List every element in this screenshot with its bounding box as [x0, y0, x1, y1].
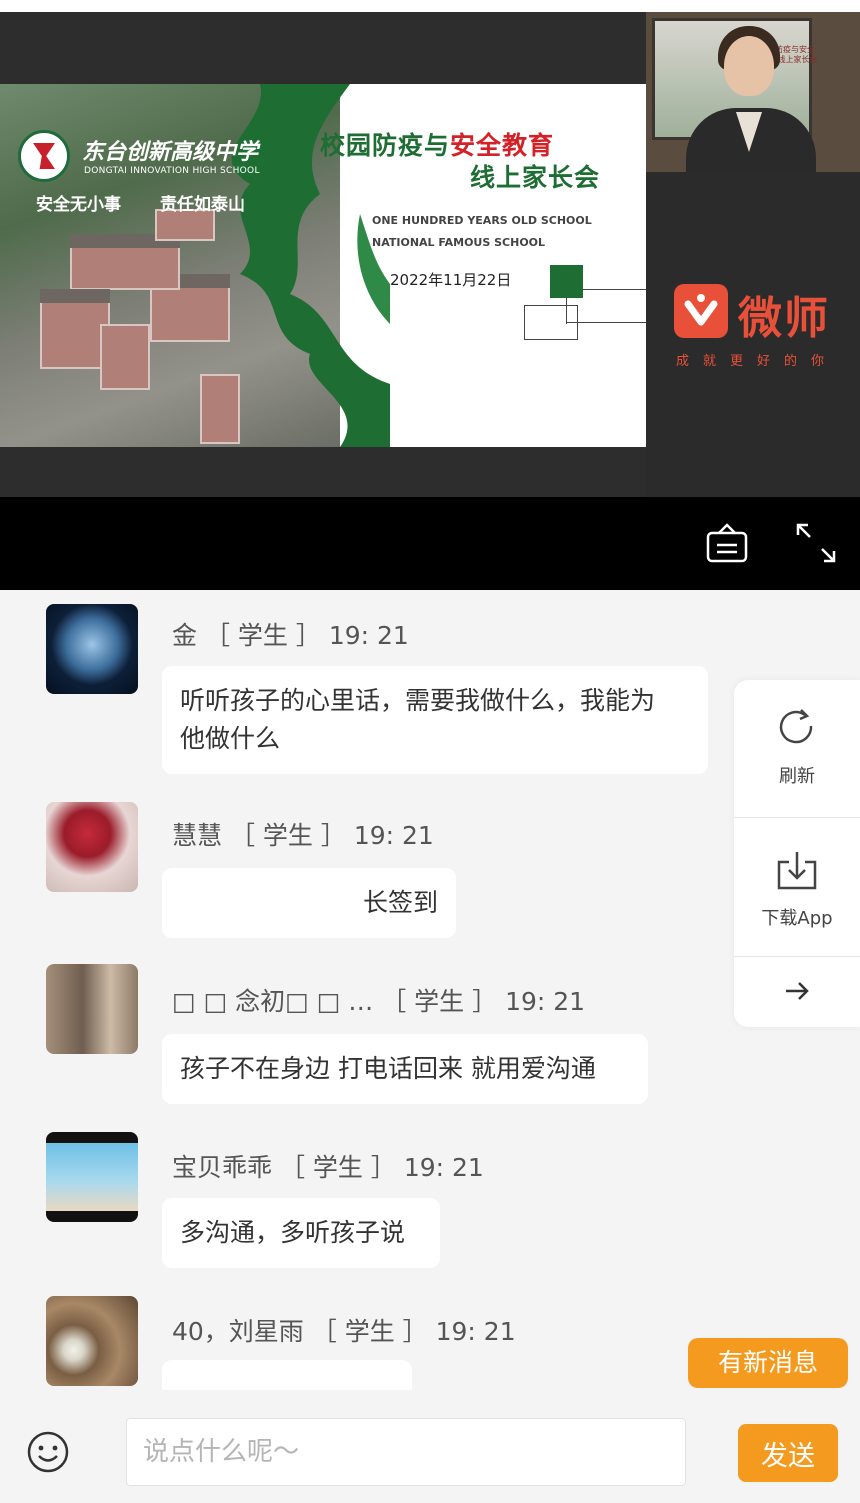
slide-title-part2: 安全教育 [450, 131, 555, 160]
sender-role: ［ 学生 ］ [204, 621, 321, 650]
download-app-label: 下载App [761, 908, 833, 929]
decor-line [566, 298, 567, 324]
decor-square-filled [550, 265, 583, 298]
emoji-icon [27, 1431, 69, 1473]
decor-line [566, 322, 646, 323]
sender-name[interactable]: □ □ 念初□ □ … [172, 987, 373, 1016]
download-app-button[interactable]: 下载App [734, 818, 860, 956]
slogan-right: 责任如泰山 [160, 195, 245, 215]
message-time: 19: 21 [505, 987, 586, 1016]
emoji-button[interactable] [26, 1430, 70, 1474]
new-message-button[interactable]: 有新消息 [688, 1338, 848, 1388]
chat-input-bar: 发送 [0, 1390, 860, 1503]
sender-name[interactable]: 金 [172, 621, 197, 650]
school-logo [18, 130, 70, 182]
avatar[interactable] [46, 1132, 138, 1222]
arrow-right-icon [786, 982, 809, 1000]
message-bubble [162, 1360, 412, 1390]
fullscreen-icon [796, 523, 836, 563]
message-meta: □ □ 念初□ □ … ［ 学生 ］ 19: 21 [172, 982, 585, 1018]
brand-panel: 微师 成就更好的你 [646, 172, 860, 497]
notice-board-button[interactable] [704, 521, 750, 565]
message-text-line: 他做什么 [180, 724, 281, 753]
slide-english-line1: ONE HUNDRED YEARS OLD SCHOOL [372, 214, 592, 227]
school-name: 东台创新高级中学 [82, 139, 259, 165]
building [70, 244, 180, 290]
sender-name[interactable]: 慧慧 [172, 821, 222, 850]
brand-slogan: 成就更好的你 [676, 354, 839, 369]
message-meta: 宝贝乖乖 ［ 学生 ］ 19: 21 [172, 1148, 484, 1184]
message-bubble: 多沟通，多听孩子说 [162, 1198, 440, 1268]
notice-board-icon [706, 523, 748, 563]
presentation-slide: 东台创新高级中学 DONGTAI INNOVATION HIGH SCHOOL … [0, 84, 646, 447]
message-text: 多沟通，多听孩子说 [180, 1218, 406, 1247]
slide-area: 东台创新高级中学 DONGTAI INNOVATION HIGH SCHOOL … [0, 12, 646, 497]
message-meta: 40，刘星雨 ［ 学生 ］ 19: 21 [172, 1312, 516, 1348]
school-english-name: DONGTAI INNOVATION HIGH SCHOOL [84, 166, 260, 176]
avatar[interactable] [46, 604, 138, 694]
decor-line [583, 289, 646, 290]
slide-title-line1: 校园防疫与安全教育 [320, 126, 554, 162]
refresh-icon [779, 709, 813, 744]
message-bubble: 长签到 [162, 868, 456, 938]
message-bubble: 孩子不在身边 打电话回来 就用爱沟通 [162, 1034, 648, 1104]
message-time: 19: 21 [328, 621, 409, 650]
weishi-logo-icon [674, 284, 728, 338]
avatar[interactable] [46, 964, 138, 1054]
slide-english-line2: NATIONAL FAMOUS SCHOOL [372, 236, 546, 249]
message-meta: 金 ［ 学生 ］ 19: 21 [172, 616, 409, 652]
send-button[interactable]: 发送 [738, 1424, 838, 1482]
avatar[interactable] [46, 1296, 138, 1386]
message-bubble: 听听孩子的心里话，需要我做什么，我能为 他做什么 [162, 666, 708, 774]
download-icon [777, 852, 817, 890]
sender-role: ［ 学生 ］ [381, 987, 498, 1016]
collapse-panel-button[interactable] [734, 957, 860, 1027]
building [100, 324, 150, 390]
teacher-camera-feed[interactable]: 校园防疫与安全教育 线上家长会 [646, 12, 860, 172]
refresh-button[interactable]: 刷新 [734, 680, 860, 817]
top-strip [0, 0, 860, 12]
sender-role: ［ 学生 ］ [229, 821, 346, 850]
sender-role: ［ 学生 ］ [311, 1317, 428, 1346]
chat-message-input[interactable] [126, 1418, 686, 1486]
sender-name[interactable]: 宝贝乖乖 [172, 1153, 272, 1182]
chat-list[interactable]: 金 ［ 学生 ］ 19: 21 听听孩子的心里话，需要我做什么，我能为 他做什么… [0, 590, 860, 1390]
slide-date: 2022年11月22日 [390, 271, 512, 289]
message-time: 19: 21 [353, 821, 434, 850]
slide-title-line2: 线上家长会 [470, 163, 601, 192]
message-time: 19: 21 [403, 1153, 484, 1182]
message-meta: 慧慧 ［ 学生 ］ 19: 21 [172, 816, 434, 852]
presenter-face [724, 36, 774, 96]
message-time: 19: 21 [435, 1317, 516, 1346]
sender-role: ［ 学生 ］ [279, 1153, 396, 1182]
avatar[interactable] [46, 802, 138, 892]
slide-title-part1: 校园防疫与 [320, 131, 451, 160]
message-text: 孩子不在身边 打电话回来 就用爱沟通 [180, 1054, 596, 1083]
slogan-left: 安全无小事 [36, 195, 121, 215]
refresh-label: 刷新 [779, 766, 815, 787]
video-control-bar [0, 497, 860, 590]
building-roof [40, 289, 110, 303]
message-text: 长签到 [362, 888, 438, 917]
side-panel: 刷新 下载App [734, 680, 860, 1027]
sender-name[interactable]: 40，刘星雨 [172, 1317, 304, 1346]
fullscreen-button[interactable] [794, 521, 838, 565]
live-video-area[interactable]: 东台创新高级中学 DONGTAI INNOVATION HIGH SCHOOL … [0, 0, 860, 590]
brand-name: 微师 [738, 293, 830, 344]
message-text-line: 听听孩子的心里话，需要我做什么，我能为 [180, 686, 656, 715]
